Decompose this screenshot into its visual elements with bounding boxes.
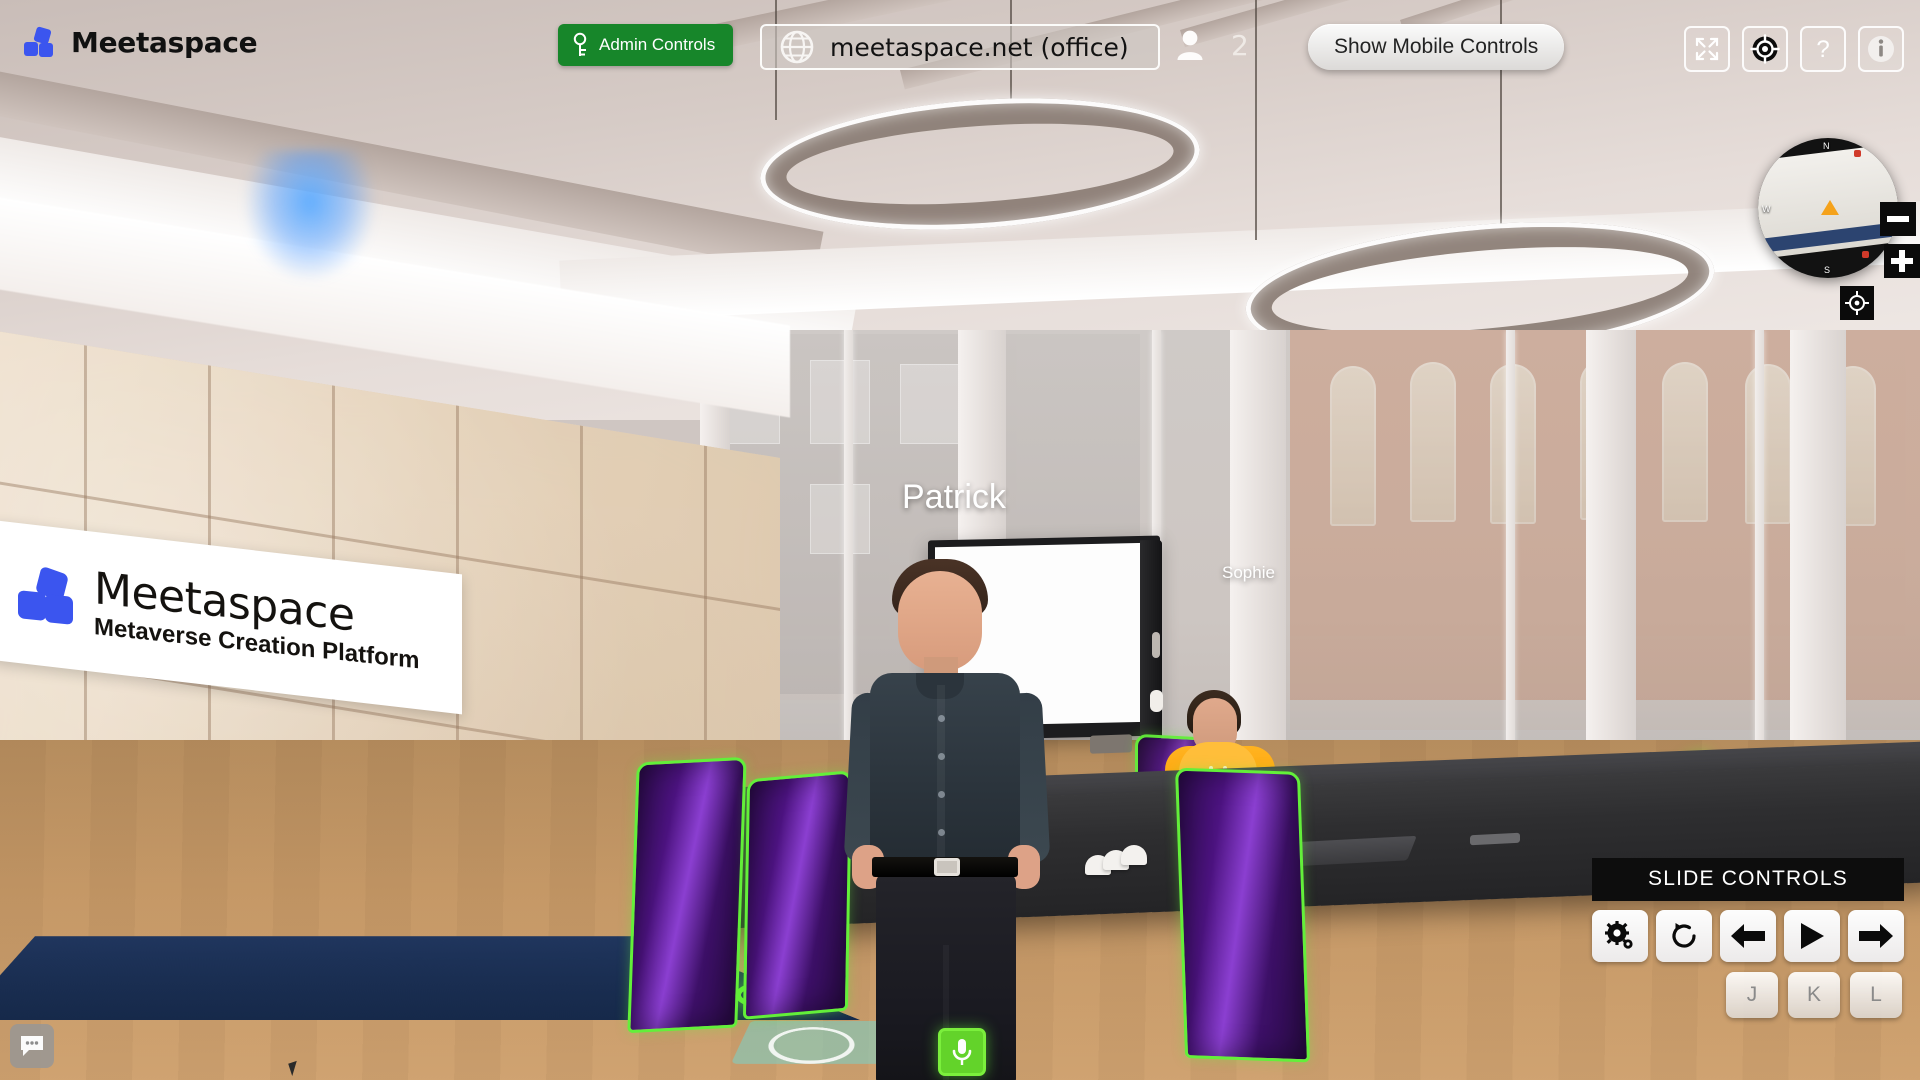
brand: Meetaspace bbox=[24, 25, 258, 59]
arrow-right-icon bbox=[1859, 924, 1893, 948]
slide-play-button[interactable] bbox=[1784, 910, 1840, 962]
play-icon bbox=[1801, 923, 1824, 949]
show-mobile-controls-button[interactable]: Show Mobile Controls bbox=[1308, 24, 1565, 70]
fullscreen-icon[interactable] bbox=[1684, 26, 1730, 72]
show-mobile-controls-label: Show Mobile Controls bbox=[1334, 35, 1539, 58]
minimap-marker bbox=[1862, 251, 1869, 258]
top-bar: Meetaspace Admin Controls meetaspace.net… bbox=[0, 0, 1920, 82]
key-hint-l[interactable]: L bbox=[1850, 972, 1902, 1018]
minimap[interactable]: N E S W bbox=[1758, 138, 1920, 320]
minimap-disc[interactable]: N E S W bbox=[1758, 138, 1898, 278]
minimap-marker bbox=[1854, 150, 1861, 157]
info-icon[interactable] bbox=[1858, 26, 1904, 72]
meetaspace-app-window: Meetaspace Metaverse Creation Platform S… bbox=[0, 0, 1920, 1080]
key-hint-k[interactable]: K bbox=[1788, 972, 1840, 1018]
minimap-player-marker bbox=[1821, 200, 1839, 215]
chat-bubble-icon bbox=[21, 1036, 43, 1056]
person-icon bbox=[1175, 28, 1205, 62]
slide-settings-button[interactable] bbox=[1592, 910, 1648, 962]
minimap-zoom-in-button[interactable] bbox=[1884, 244, 1920, 278]
brand-name: Meetaspace bbox=[71, 26, 258, 59]
slide-controls-title: SLIDE CONTROLS bbox=[1592, 858, 1904, 901]
minimap-compass-n: N bbox=[1823, 141, 1830, 151]
user-count-value: 2 bbox=[1231, 28, 1249, 62]
chat-button[interactable] bbox=[10, 1024, 54, 1068]
globe-icon bbox=[778, 28, 816, 66]
user-count: 2 bbox=[1175, 28, 1249, 62]
minimap-compass-s: S bbox=[1824, 265, 1831, 275]
slide-reset-button[interactable] bbox=[1656, 910, 1712, 962]
minimap-zoom-out-button[interactable] bbox=[1880, 202, 1916, 236]
world-url-text: meetaspace.net (office) bbox=[830, 32, 1129, 62]
world-url-pill[interactable]: meetaspace.net (office) bbox=[760, 24, 1160, 70]
slide-controls-panel: SLIDE CONTROLS J K L bbox=[1592, 858, 1904, 1018]
slide-key-hints: J K L bbox=[1592, 972, 1904, 1018]
slide-next-button[interactable] bbox=[1848, 910, 1904, 962]
microphone-button[interactable] bbox=[938, 1028, 986, 1076]
help-icon[interactable]: ? bbox=[1800, 26, 1846, 72]
target-icon[interactable] bbox=[1742, 26, 1788, 72]
admin-controls-button[interactable]: Admin Controls bbox=[558, 24, 734, 66]
svg-text:?: ? bbox=[1816, 36, 1829, 63]
key-hint-j[interactable]: J bbox=[1726, 972, 1778, 1018]
slide-controls-buttons bbox=[1592, 910, 1904, 962]
minimap-recenter-button[interactable] bbox=[1840, 286, 1874, 320]
minimap-compass-w: W bbox=[1762, 204, 1771, 214]
admin-controls-label: Admin Controls bbox=[599, 35, 716, 54]
rotate-ccw-icon bbox=[1672, 923, 1696, 948]
ui-overlay: Meetaspace Admin Controls meetaspace.net… bbox=[0, 0, 1920, 1080]
gear-icon bbox=[1605, 921, 1633, 949]
microphone-icon bbox=[952, 1039, 972, 1065]
slide-previous-button[interactable] bbox=[1720, 910, 1776, 962]
blocks-logo-icon bbox=[24, 25, 58, 58]
arrow-left-icon bbox=[1731, 924, 1765, 948]
topbar-icon-group: ? bbox=[1684, 26, 1904, 72]
key-icon bbox=[572, 32, 588, 58]
